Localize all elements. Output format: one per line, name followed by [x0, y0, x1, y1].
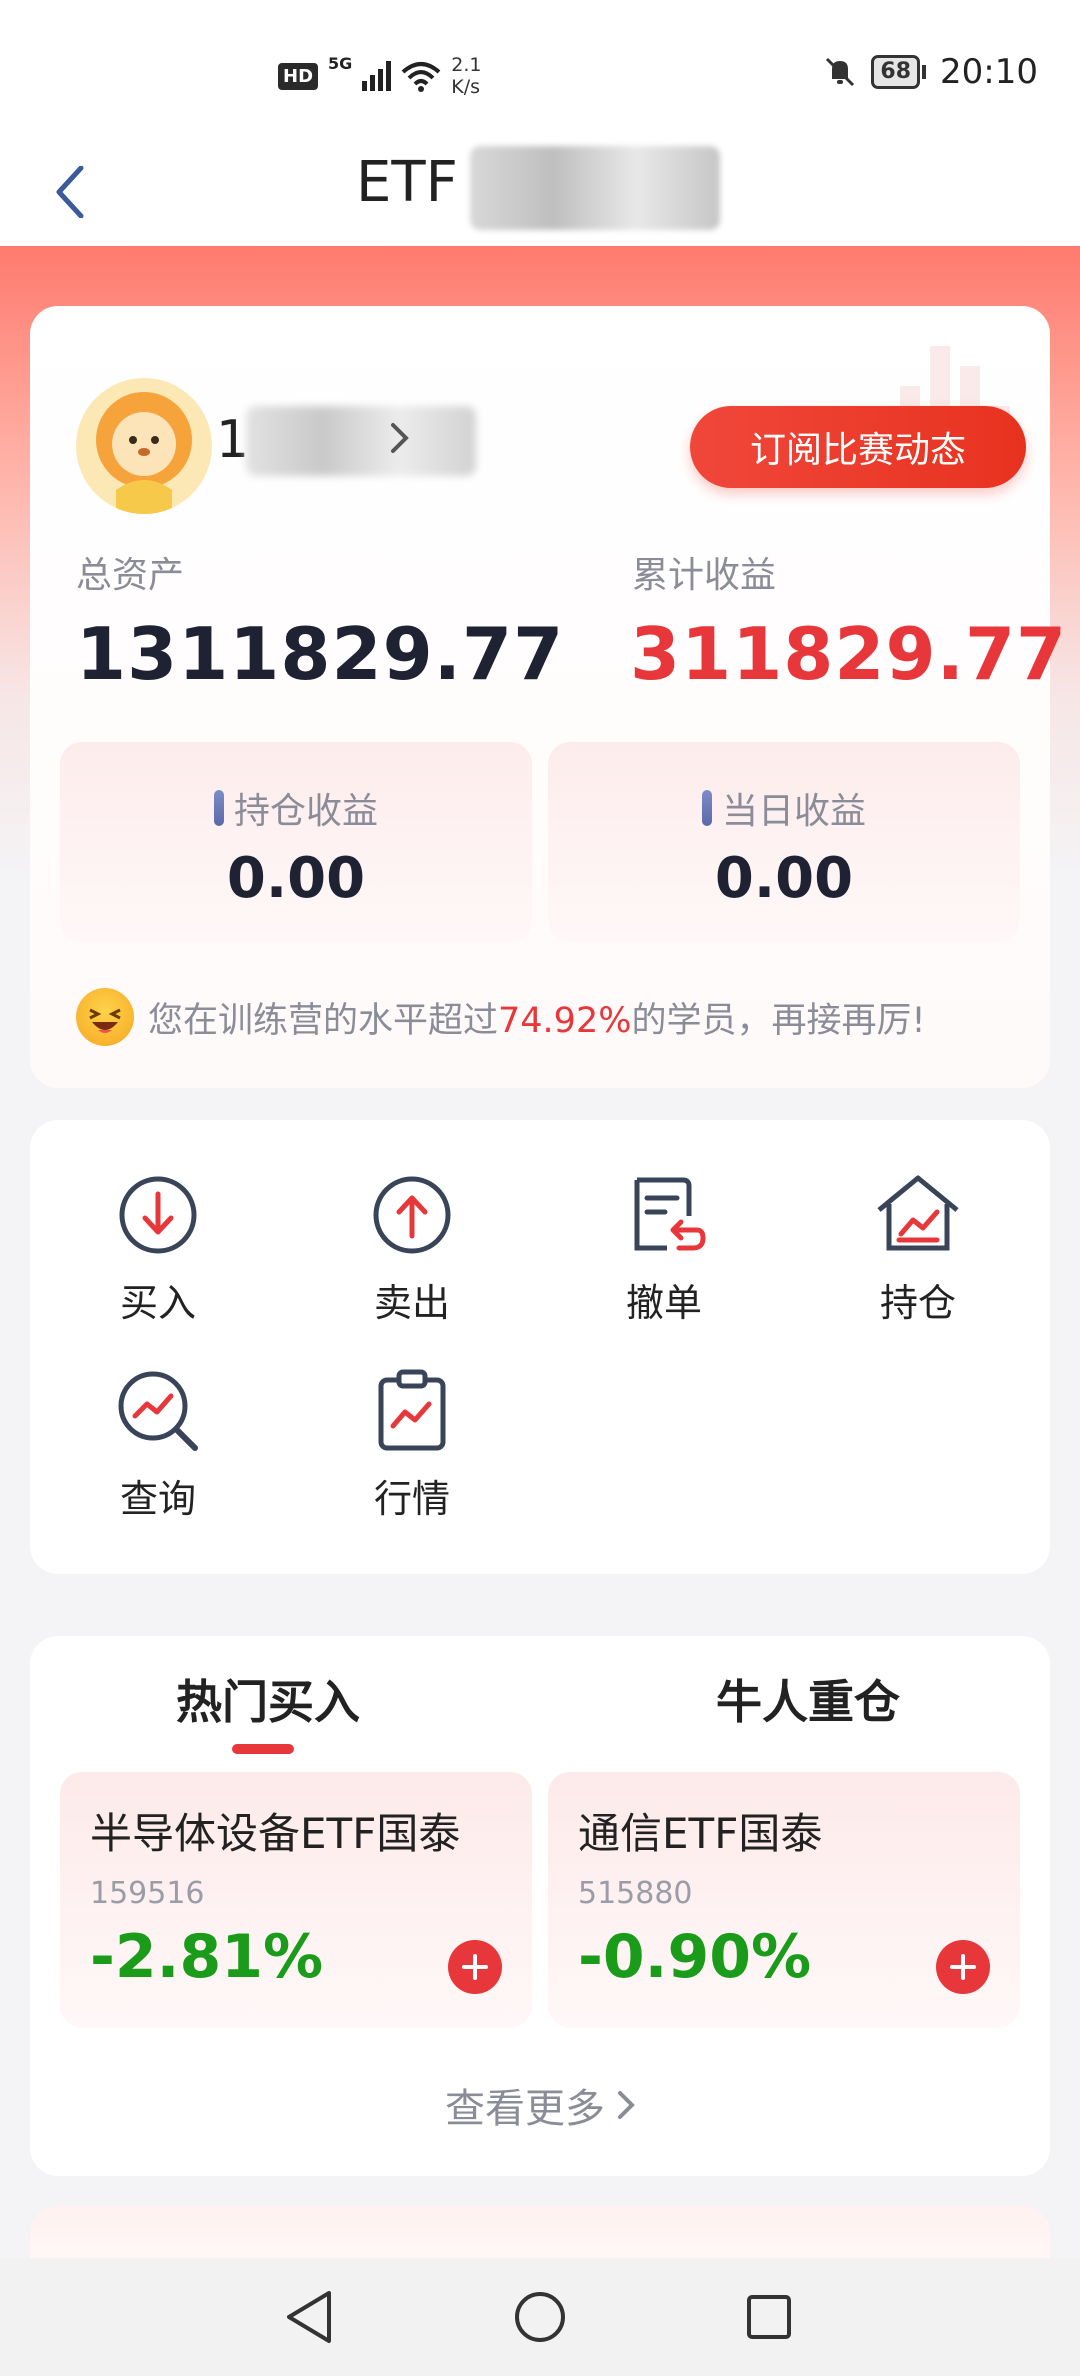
chevron-left-icon: [56, 166, 84, 218]
sell-icon: [373, 1176, 451, 1254]
action-sell[interactable]: 卖出: [322, 1170, 502, 1327]
battery-icon: 68: [871, 55, 927, 89]
fund-name: 通信ETF国泰: [578, 1809, 823, 1858]
daily-profit-label: 当日收益: [721, 791, 866, 832]
rank-percent: 74.92%: [498, 1000, 632, 1041]
mute-bell-icon: [826, 57, 855, 87]
net-speed-unit: K/s: [451, 76, 481, 98]
clock: 20:10: [940, 52, 1038, 92]
rank-prefix: 您在训练营的水平超过: [148, 1000, 499, 1041]
holding-profit-label: 持仓收益: [233, 791, 378, 832]
daily-profit-value: 0.00: [714, 846, 854, 911]
trade-actions-card: 买入 卖出 撤单 持仓 查询 行情: [30, 1120, 1050, 1574]
fund-code: 515880: [578, 1876, 693, 1911]
query-icon: [118, 1371, 198, 1451]
account-card: 17 订阅比赛动态 总资产 1311829.77 累计收益 311829.77 …: [30, 306, 1066, 1088]
system-recents-button[interactable]: [734, 2282, 804, 2352]
circle-home-icon: [515, 2292, 565, 2342]
tab-hot-buy[interactable]: 热门买入: [176, 1666, 360, 1732]
username-row[interactable]: 17: [216, 406, 476, 476]
pill-marker-icon: [701, 790, 712, 826]
tab-bull-holdings[interactable]: 牛人重仓: [716, 1666, 900, 1732]
signal-icon: [362, 61, 392, 91]
see-more-link[interactable]: 查看更多: [30, 2076, 1050, 2134]
rank-text: 您在训练营的水平超过74.92%的学员，再接再厉!: [148, 992, 926, 1043]
plus-icon: [950, 1954, 976, 1980]
action-holdings[interactable]: 持仓: [828, 1170, 1008, 1327]
action-holdings-label: 持仓: [879, 1281, 956, 1325]
daily-profit-label-row: 当日收益: [548, 782, 1020, 834]
battery-level: 68: [871, 55, 921, 89]
page-title: ETF: [356, 150, 458, 215]
wifi-icon: [401, 62, 441, 92]
rank-message: 您在训练营的水平超过74.92%的学员，再接再厉!: [76, 988, 926, 1046]
fund-code: 159516: [90, 1876, 205, 1911]
back-button[interactable]: [40, 152, 100, 232]
action-buy-label: 买入: [119, 1281, 196, 1325]
lion-avatar-icon: [96, 392, 192, 514]
action-cancel-order-label: 撤单: [625, 1281, 702, 1325]
total-assets-value: 1311829.77: [76, 612, 565, 696]
daily-profit-box: 当日收益 0.00: [548, 742, 1020, 942]
laughing-emoji-icon: [76, 988, 134, 1046]
plus-icon: [462, 1954, 488, 1980]
see-more-label: 查看更多: [445, 2086, 605, 2132]
chevron-right-icon: [618, 2091, 635, 2119]
title-redaction: [470, 146, 720, 230]
action-sell-label: 卖出: [373, 1281, 450, 1325]
total-assets-label: 总资产: [76, 555, 185, 596]
action-query[interactable]: 查询: [68, 1366, 248, 1523]
status-bar: HD 5G 2.1 K/s 68 20:10: [0, 0, 1080, 140]
action-buy[interactable]: 买入: [68, 1170, 248, 1327]
avatar[interactable]: [76, 378, 212, 514]
cumulative-profit-value: 311829.77: [630, 612, 1068, 696]
system-home-button[interactable]: [505, 2282, 575, 2352]
fund-card[interactable]: 通信ETF国泰 515880 -0.90%: [548, 1772, 1020, 2028]
rank-suffix: 的学员，再接再厉!: [631, 1000, 926, 1041]
status-left: HD 5G 2.1 K/s: [278, 54, 482, 98]
chevron-right-icon[interactable]: [390, 422, 410, 454]
system-back-button[interactable]: [274, 2282, 344, 2352]
action-market-label: 行情: [373, 1477, 450, 1521]
hd-badge: HD: [278, 62, 319, 90]
fund-change: -2.81%: [90, 1922, 324, 1992]
add-fund-button[interactable]: [936, 1940, 990, 1994]
subscribe-button[interactable]: 订阅比赛动态: [690, 406, 1026, 488]
cancel-order-icon: [634, 1177, 706, 1251]
net-speed: 2.1 K/s: [451, 54, 481, 98]
nav-bar: ETF: [0, 140, 1080, 246]
holding-profit-value: 0.00: [226, 846, 366, 911]
status-right: 68 20:10: [823, 52, 1038, 92]
pill-marker-icon: [213, 790, 224, 826]
add-fund-button[interactable]: [448, 1940, 502, 1994]
hot-funds-card: 热门买入 牛人重仓 半导体设备ETF国泰 159516 -2.81% 通信ETF…: [30, 1636, 1050, 2176]
triangle-back-icon: [287, 2291, 331, 2343]
active-tab-indicator: [232, 1744, 294, 1754]
action-query-label: 查询: [119, 1477, 196, 1521]
holding-profit-label-row: 持仓收益: [60, 782, 532, 834]
holding-profit-box: 持仓收益 0.00: [60, 742, 532, 942]
fund-change: -0.90%: [578, 1922, 812, 1992]
system-navigation-bar: [0, 2258, 1080, 2376]
buy-icon: [119, 1176, 197, 1254]
fund-card[interactable]: 半导体设备ETF国泰 159516 -2.81%: [60, 1772, 532, 2028]
network-type: 5G: [328, 54, 353, 73]
fund-name: 半导体设备ETF国泰: [90, 1809, 461, 1858]
action-cancel-order[interactable]: 撤单: [574, 1170, 754, 1327]
market-icon: [378, 1369, 446, 1451]
username-redaction: [246, 406, 476, 476]
square-recents-icon: [747, 2295, 791, 2339]
cumulative-profit-label: 累计收益: [632, 555, 777, 596]
action-market[interactable]: 行情: [322, 1366, 502, 1523]
net-speed-value: 2.1: [451, 54, 482, 76]
holdings-icon: [877, 1175, 959, 1251]
